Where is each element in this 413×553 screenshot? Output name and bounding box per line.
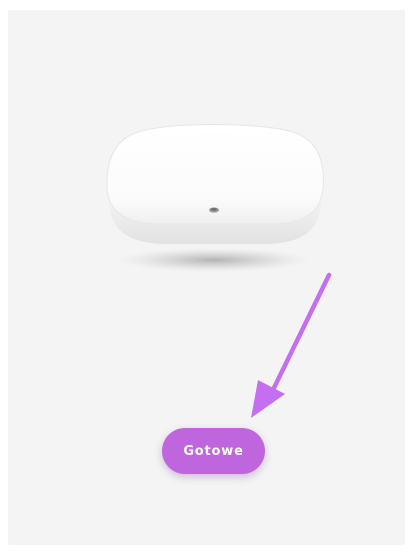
pointer-arrow <box>243 268 343 428</box>
done-button[interactable]: Gotowe <box>162 428 265 474</box>
arrow-icon <box>251 272 332 418</box>
